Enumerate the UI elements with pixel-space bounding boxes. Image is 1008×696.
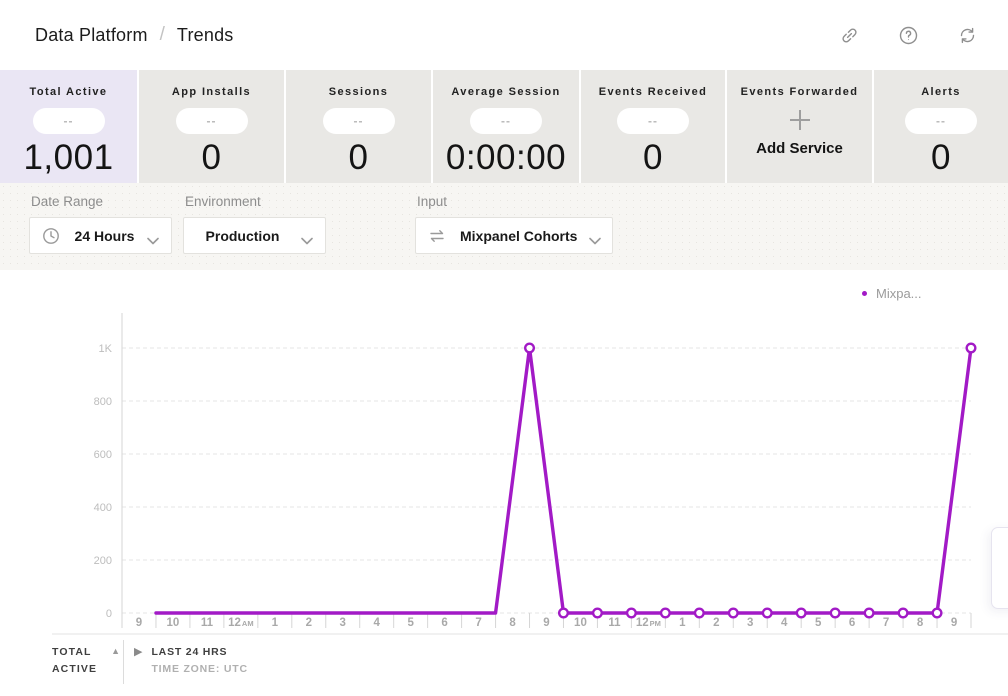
help-icon[interactable]	[899, 26, 918, 45]
svg-text:10: 10	[167, 617, 180, 629]
metric-card-average-session[interactable]: Average Session -- 0:00:00	[433, 70, 579, 183]
refresh-icon[interactable]	[958, 26, 977, 45]
svg-text:400: 400	[94, 502, 112, 514]
metric-value: 0:00:00	[446, 138, 566, 178]
svg-text:6: 6	[441, 617, 447, 629]
date-range-dropdown[interactable]: 24 Hours	[29, 217, 172, 254]
svg-text:6: 6	[849, 617, 855, 629]
date-range-label: Date Range	[31, 194, 172, 209]
metric-selector: TOTAL ACTIVE ▲	[52, 644, 120, 678]
svg-text:12PM: 12PM	[636, 617, 661, 629]
metric-card-alerts[interactable]: Alerts -- 0	[874, 70, 1008, 183]
svg-text:200: 200	[94, 555, 112, 567]
chevron-down-icon	[589, 232, 601, 240]
metric-label: App Installs	[172, 86, 251, 98]
input-dropdown[interactable]: Mixpanel Cohorts	[415, 217, 613, 254]
date-range-filter: Date Range 24 Hours	[29, 194, 172, 254]
environment-dropdown[interactable]: Production	[183, 217, 326, 254]
metric-value: 1,001	[23, 138, 113, 178]
edge-floating-panel[interactable]	[991, 527, 1008, 609]
svg-text:10: 10	[574, 617, 587, 629]
trends-chart-section: Mixpa... 02004006008001K9101112AM1234567…	[0, 270, 1008, 696]
svg-text:2: 2	[713, 617, 719, 629]
chart-footer: TOTAL ACTIVE ▲ ▶ LAST 24 HRS TIME ZONE: …	[0, 638, 1008, 696]
sort-asc-triangle-icon[interactable]: ▲	[111, 646, 120, 678]
svg-text:9: 9	[136, 617, 142, 629]
breadcrumb-separator: /	[160, 24, 165, 46]
svg-text:800: 800	[94, 396, 112, 408]
metric-card-events-forwarded[interactable]: Events Forwarded Add Service	[727, 70, 872, 183]
svg-text:8: 8	[509, 617, 516, 629]
svg-text:2: 2	[306, 617, 312, 629]
environment-label: Environment	[185, 194, 326, 209]
svg-text:7: 7	[883, 617, 889, 629]
plus-icon	[787, 106, 813, 134]
metric-badge: --	[176, 108, 248, 134]
metric-label: Average Session	[451, 86, 560, 98]
environment-filter: Environment Production	[183, 194, 326, 254]
swap-arrows-icon	[428, 227, 446, 245]
metric-card-total-active[interactable]: Total Active -- 1,001	[0, 70, 137, 183]
metric-badge: --	[470, 108, 542, 134]
svg-text:8: 8	[917, 617, 924, 629]
add-service-button[interactable]: Add Service	[756, 140, 843, 157]
metric-label: Alerts	[921, 86, 961, 98]
trends-chart-svg: 0 200 400 600 800 1K 9 10 11 12AM 1 2 3 4 5 6 7 8 9 10 11 12P…	[0, 270, 1008, 638]
metric-card-app-installs[interactable]: App Installs -- 0	[139, 70, 284, 183]
svg-text:3: 3	[747, 617, 753, 629]
range-label: LAST 24 HRS	[151, 644, 247, 661]
metric-cards-row: Total Active -- 1,001 App Installs -- 0 …	[0, 70, 1008, 183]
metric-selector-label: TOTAL ACTIVE	[52, 644, 97, 678]
metric-badge: --	[905, 108, 977, 134]
svg-text:1K: 1K	[99, 343, 113, 355]
metric-value: 0	[349, 138, 369, 178]
filter-bar: Date Range 24 Hours Environment Producti…	[0, 183, 1008, 270]
page-header: Data Platform / Trends	[0, 0, 1008, 70]
svg-text:3: 3	[340, 617, 346, 629]
date-range-value: 24 Hours	[74, 228, 135, 244]
svg-text:9: 9	[951, 617, 957, 629]
metric-value: 0	[202, 138, 222, 178]
environment-value: Production	[196, 228, 289, 244]
svg-text:0: 0	[106, 608, 112, 620]
clock-icon	[42, 227, 60, 245]
svg-text:9: 9	[543, 617, 549, 629]
metric-badge: --	[617, 108, 689, 134]
metric-label: Sessions	[329, 86, 389, 98]
input-value: Mixpanel Cohorts	[460, 228, 577, 244]
metric-card-events-received[interactable]: Events Received -- 0	[581, 70, 725, 183]
breadcrumb-section[interactable]: Data Platform	[35, 25, 148, 46]
chevron-down-icon	[301, 232, 313, 240]
breadcrumb: Data Platform / Trends	[35, 24, 233, 46]
link-icon[interactable]	[840, 26, 859, 45]
metric-label: Events Forwarded	[741, 86, 859, 98]
range-info: ▶ LAST 24 HRS TIME ZONE: UTC	[134, 644, 248, 678]
metric-card-sessions[interactable]: Sessions -- 0	[286, 70, 431, 183]
svg-text:1: 1	[679, 617, 686, 629]
svg-text:11: 11	[608, 617, 621, 629]
play-triangle-icon[interactable]: ▶	[134, 645, 142, 678]
metric-label: Events Received	[599, 86, 707, 98]
chevron-down-icon	[147, 232, 159, 240]
svg-text:7: 7	[475, 617, 481, 629]
input-filter: Input Mixpanel Cohorts	[415, 194, 613, 254]
svg-text:4: 4	[781, 617, 788, 629]
svg-text:5: 5	[407, 617, 414, 629]
metric-value: 0	[643, 138, 663, 178]
metric-label: Total Active	[30, 86, 108, 98]
header-actions	[840, 26, 977, 45]
metric-badge: --	[323, 108, 395, 134]
svg-text:1: 1	[272, 617, 279, 629]
breadcrumb-page: Trends	[177, 25, 234, 46]
svg-text:5: 5	[815, 617, 822, 629]
svg-text:12AM: 12AM	[228, 617, 253, 629]
input-label: Input	[417, 194, 613, 209]
metric-value: 0	[931, 138, 951, 178]
footer-divider	[123, 640, 124, 684]
svg-text:600: 600	[94, 449, 112, 461]
timezone-label: TIME ZONE: UTC	[151, 661, 247, 678]
svg-text:4: 4	[373, 617, 380, 629]
svg-text:11: 11	[201, 617, 214, 629]
metric-badge: --	[33, 108, 105, 134]
